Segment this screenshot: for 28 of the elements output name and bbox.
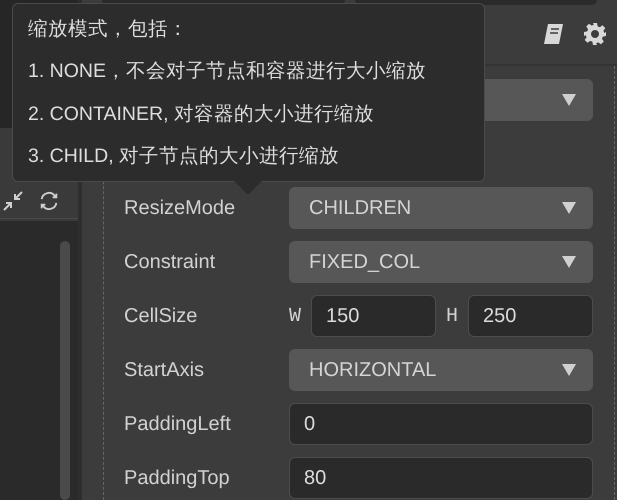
refresh-icon[interactable] — [38, 190, 60, 212]
dropdown[interactable]: FIXED_COL — [289, 241, 593, 283]
property-label: PaddingTop — [124, 466, 231, 490]
input-field[interactable]: 0 — [289, 403, 593, 445]
dropdown[interactable]: HORIZONTAL — [289, 349, 593, 391]
collapse-icon[interactable] — [2, 190, 24, 212]
input-field[interactable]: 150 — [311, 295, 436, 337]
caret-icon — [561, 93, 577, 107]
tooltip-line: 缩放模式，包括： — [28, 17, 189, 42]
input-field[interactable]: 250 — [468, 295, 593, 337]
dropdown[interactable]: CHILDREN — [289, 187, 593, 229]
tooltip-line: 3. CHILD, 对子节点的大小进行缩放 — [28, 144, 340, 169]
axis-label: H — [446, 304, 458, 328]
property-label: StartAxis — [124, 358, 206, 382]
property-label: ResizeMode — [124, 196, 236, 220]
property-label: Constraint — [124, 250, 216, 274]
property-label: CellSize — [124, 304, 198, 328]
caret-icon — [561, 201, 577, 215]
book-icon[interactable] — [541, 23, 565, 46]
tooltip-line: 1. NONE，不会对子节点和容器进行大小缩放 — [28, 59, 428, 84]
settings-icon[interactable] — [583, 22, 607, 46]
scrollbar[interactable] — [60, 241, 70, 500]
axis-label: W — [289, 304, 302, 328]
caret-icon — [561, 363, 577, 377]
property-label: PaddingLeft — [124, 412, 232, 436]
input-field[interactable]: 80 — [289, 457, 593, 499]
tooltip-line: 2. CONTAINER, 对容器的大小进行缩放 — [28, 102, 375, 127]
caret-icon — [561, 255, 577, 269]
